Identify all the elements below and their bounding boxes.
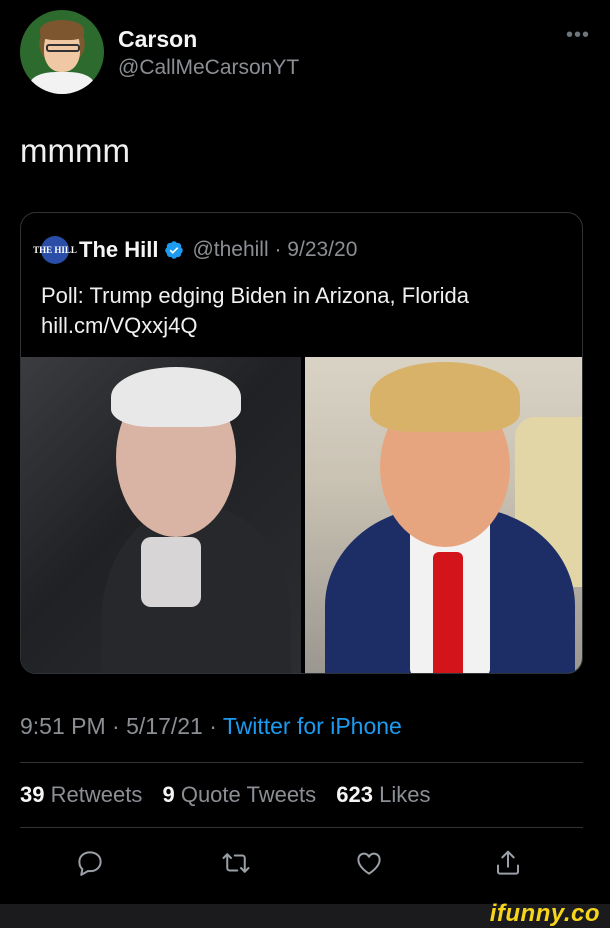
quoted-tweet-text: Poll: Trump edging Biden in Arizona, Flo… xyxy=(41,281,571,341)
quoted-author-name[interactable]: The Hill xyxy=(79,237,158,263)
quoted-headline: Poll: Trump edging Biden in Arizona, Flo… xyxy=(41,283,470,308)
tweet-timestamp[interactable]: 9:51 PM · 5/17/21 · xyxy=(20,713,223,739)
verified-badge-icon xyxy=(165,241,184,259)
ifunny-watermark: ifunny.co xyxy=(489,900,600,927)
divider xyxy=(20,762,583,763)
quote-tweets-stat[interactable]: 9 Quote Tweets xyxy=(162,782,316,807)
retweets-stat[interactable]: 39 Retweets xyxy=(20,782,142,807)
avatar[interactable] xyxy=(20,10,104,94)
reply-icon xyxy=(78,851,102,876)
like-button[interactable] xyxy=(349,843,389,883)
tweet-actions xyxy=(20,843,583,883)
share-button[interactable] xyxy=(488,843,528,883)
tweet-meta: 9:51 PM · 5/17/21 · Twitter for iPhone xyxy=(20,713,402,740)
tweet-header: Carson @CallMeCarsonYT ••• xyxy=(20,10,590,96)
reply-button[interactable] xyxy=(70,843,110,883)
quoted-image-right[interactable] xyxy=(304,357,582,673)
author-display-name[interactable]: Carson xyxy=(118,26,197,53)
tweet-source-link[interactable]: Twitter for iPhone xyxy=(223,713,402,739)
author-handle[interactable]: @CallMeCarsonYT xyxy=(118,56,299,80)
the-hill-logo-icon: THE HILL xyxy=(33,236,77,264)
quoted-tweet-header: THE HILL The Hill @thehill · 9/23/20 xyxy=(33,235,358,265)
retweet-icon xyxy=(222,853,250,873)
quoted-media[interactable] xyxy=(21,357,582,673)
heart-icon xyxy=(357,852,381,875)
quoted-tweet-card[interactable]: THE HILL The Hill @thehill · 9/23/20 Pol… xyxy=(20,212,583,674)
more-options-icon[interactable]: ••• xyxy=(566,24,590,47)
quoted-image-left[interactable] xyxy=(21,357,301,673)
divider xyxy=(20,827,583,828)
quoted-link[interactable]: hill.cm/VQxxj4Q xyxy=(41,311,571,341)
share-icon xyxy=(497,850,519,875)
tweet-stats: 39 Retweets 9 Quote Tweets 623 Likes xyxy=(20,782,431,808)
retweet-button[interactable] xyxy=(216,843,256,883)
tweet-text: mmmm xyxy=(20,132,130,169)
likes-stat[interactable]: 623 Likes xyxy=(336,782,430,807)
quoted-handle-date: @thehill · 9/23/20 xyxy=(192,238,358,261)
